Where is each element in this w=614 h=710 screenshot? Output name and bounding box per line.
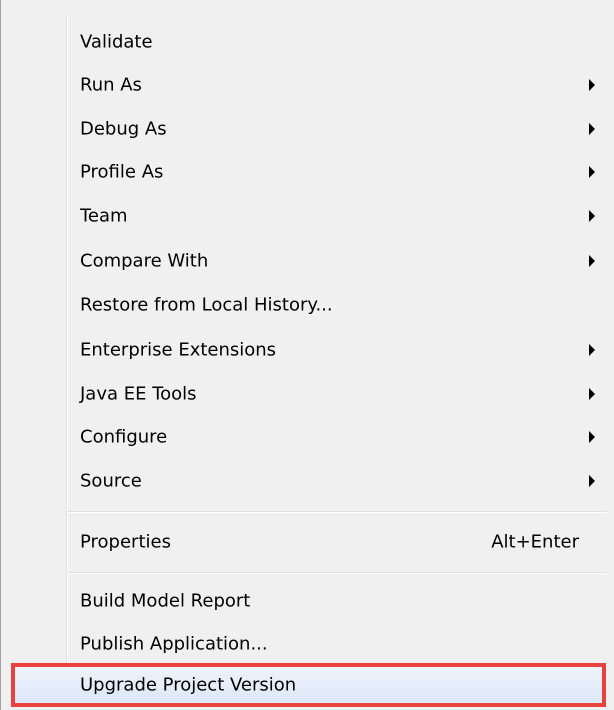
menu-item-enterprise-extensions[interactable]: Enterprise Extensions xyxy=(67,329,601,371)
menu-item-label: Enterprise Extensions xyxy=(80,339,277,361)
menu-item-debug-as[interactable]: Debug As xyxy=(67,108,601,150)
menu-item-properties[interactable]: Properties Alt+Enter xyxy=(67,521,601,563)
menu-item-label: Properties xyxy=(80,531,171,553)
chevron-right-icon xyxy=(589,210,595,222)
menu-item-validate[interactable]: Validate xyxy=(67,21,601,63)
menu-item-label: Compare With xyxy=(80,250,209,272)
chevron-right-icon xyxy=(589,123,595,135)
menu-item-label: Run As xyxy=(80,74,142,96)
context-menu: Validate Run As Debug As Profile As Team… xyxy=(0,0,614,710)
menu-item-label: Profile As xyxy=(80,161,164,183)
menu-item-team[interactable]: Team xyxy=(67,195,601,237)
menu-item-label: Source xyxy=(80,470,142,492)
menu-item-label: Team xyxy=(80,205,128,227)
chevron-right-icon xyxy=(589,431,595,443)
highlight-annotation-box xyxy=(11,663,606,707)
menu-item-label: Java EE Tools xyxy=(80,383,197,405)
menu-item-label: Debug As xyxy=(80,118,167,140)
menu-item-profile-as[interactable]: Profile As xyxy=(67,151,601,193)
chevron-right-icon xyxy=(589,166,595,178)
chevron-right-icon xyxy=(589,344,595,356)
menu-separator xyxy=(67,511,607,513)
menu-item-compare-with[interactable]: Compare With xyxy=(67,240,601,282)
menu-item-publish-application[interactable]: Publish Application... xyxy=(67,623,601,665)
menu-item-restore-local-history[interactable]: Restore from Local History... xyxy=(67,284,601,326)
chevron-right-icon xyxy=(589,255,595,267)
menu-item-shortcut: Alt+Enter xyxy=(491,531,579,553)
menu-item-label: Restore from Local History... xyxy=(80,294,333,316)
menu-item-build-model-report[interactable]: Build Model Report xyxy=(67,580,601,622)
chevron-right-icon xyxy=(589,475,595,487)
menu-item-source[interactable]: Source xyxy=(67,460,601,502)
chevron-right-icon xyxy=(589,388,595,400)
menu-item-configure[interactable]: Configure xyxy=(67,416,601,458)
menu-item-run-as[interactable]: Run As xyxy=(67,64,601,106)
menu-item-label: Build Model Report xyxy=(80,590,251,612)
menu-separator xyxy=(67,572,607,574)
menu-item-label: Validate xyxy=(80,31,153,53)
menu-item-java-ee-tools[interactable]: Java EE Tools xyxy=(67,373,601,415)
chevron-right-icon xyxy=(589,79,595,91)
menu-item-label: Publish Application... xyxy=(80,633,268,655)
menu-item-label: Configure xyxy=(80,426,168,448)
